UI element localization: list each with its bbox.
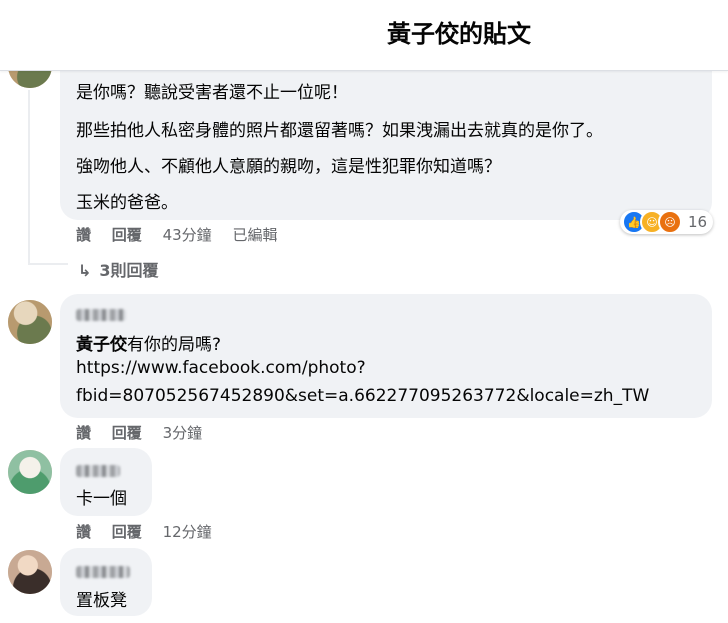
commenter-name[interactable] (76, 462, 120, 481)
comment-line: 玉米的爸爸。 (76, 193, 178, 213)
comment-line: 那些拍他人私密身體的照片都還留著嗎？如果洩漏出去就真的是你了。 (76, 121, 603, 141)
reply-button[interactable]: 回覆 (112, 523, 142, 541)
like-button[interactable]: 讚 (76, 424, 91, 442)
comment-actions: 讚 回覆 12分鐘 (76, 521, 228, 542)
post-header: 黃子佼的貼文 (0, 0, 728, 71)
comment-line: 強吻他人、不顧他人意願的親吻，這是性犯罪你知道嗎？ (76, 157, 501, 177)
comment-link[interactable]: fbid=807052567452890&set=a.6622770952637… (76, 386, 649, 406)
comment-text: 置板凳 (76, 591, 127, 611)
replies-count: 3則回覆 (99, 261, 159, 280)
comment-text: 卡一個 (76, 489, 127, 509)
comment-actions: 讚 回覆 3分鐘 (76, 422, 218, 443)
avatar[interactable] (8, 450, 52, 494)
comment-link[interactable]: https://www.facebook.com/photo? (76, 358, 366, 378)
page-title: 黃子佼的貼文 (387, 20, 531, 48)
commenter-name[interactable] (76, 306, 126, 325)
timestamp[interactable]: 12分鐘 (163, 523, 212, 541)
thread-line (28, 90, 30, 265)
comment-text: 黃子佼有你的局嗎? (76, 335, 222, 355)
reply-button[interactable]: 回覆 (112, 424, 142, 442)
comment-actions: 讚 回覆 43分鐘 已編輯 (76, 224, 293, 245)
reply-arrow-icon: ↳ (78, 261, 92, 280)
reply-button[interactable]: 回覆 (112, 226, 142, 244)
avatar[interactable] (8, 300, 52, 344)
view-replies-link[interactable]: ↳ 3則回覆 (78, 257, 159, 281)
like-button[interactable]: 讚 (76, 523, 91, 541)
timestamp[interactable]: 3分鐘 (163, 424, 203, 442)
timestamp[interactable]: 43分鐘 (163, 226, 212, 244)
avatar[interactable] (8, 550, 52, 594)
angry-icon: ☹ (658, 210, 682, 234)
commenter-name[interactable] (76, 563, 130, 582)
thread-line (28, 263, 68, 265)
reaction-summary[interactable]: 👍 ☺ ☹ 16 (620, 210, 714, 234)
mention-link[interactable]: 黃子佼 (76, 335, 127, 355)
reaction-count: 16 (688, 213, 708, 231)
comment-line: 是你嗎？聽說受害者還不止一位呢！ (76, 83, 348, 103)
like-button[interactable]: 讚 (76, 226, 91, 244)
edited-label: 已編輯 (232, 226, 278, 244)
